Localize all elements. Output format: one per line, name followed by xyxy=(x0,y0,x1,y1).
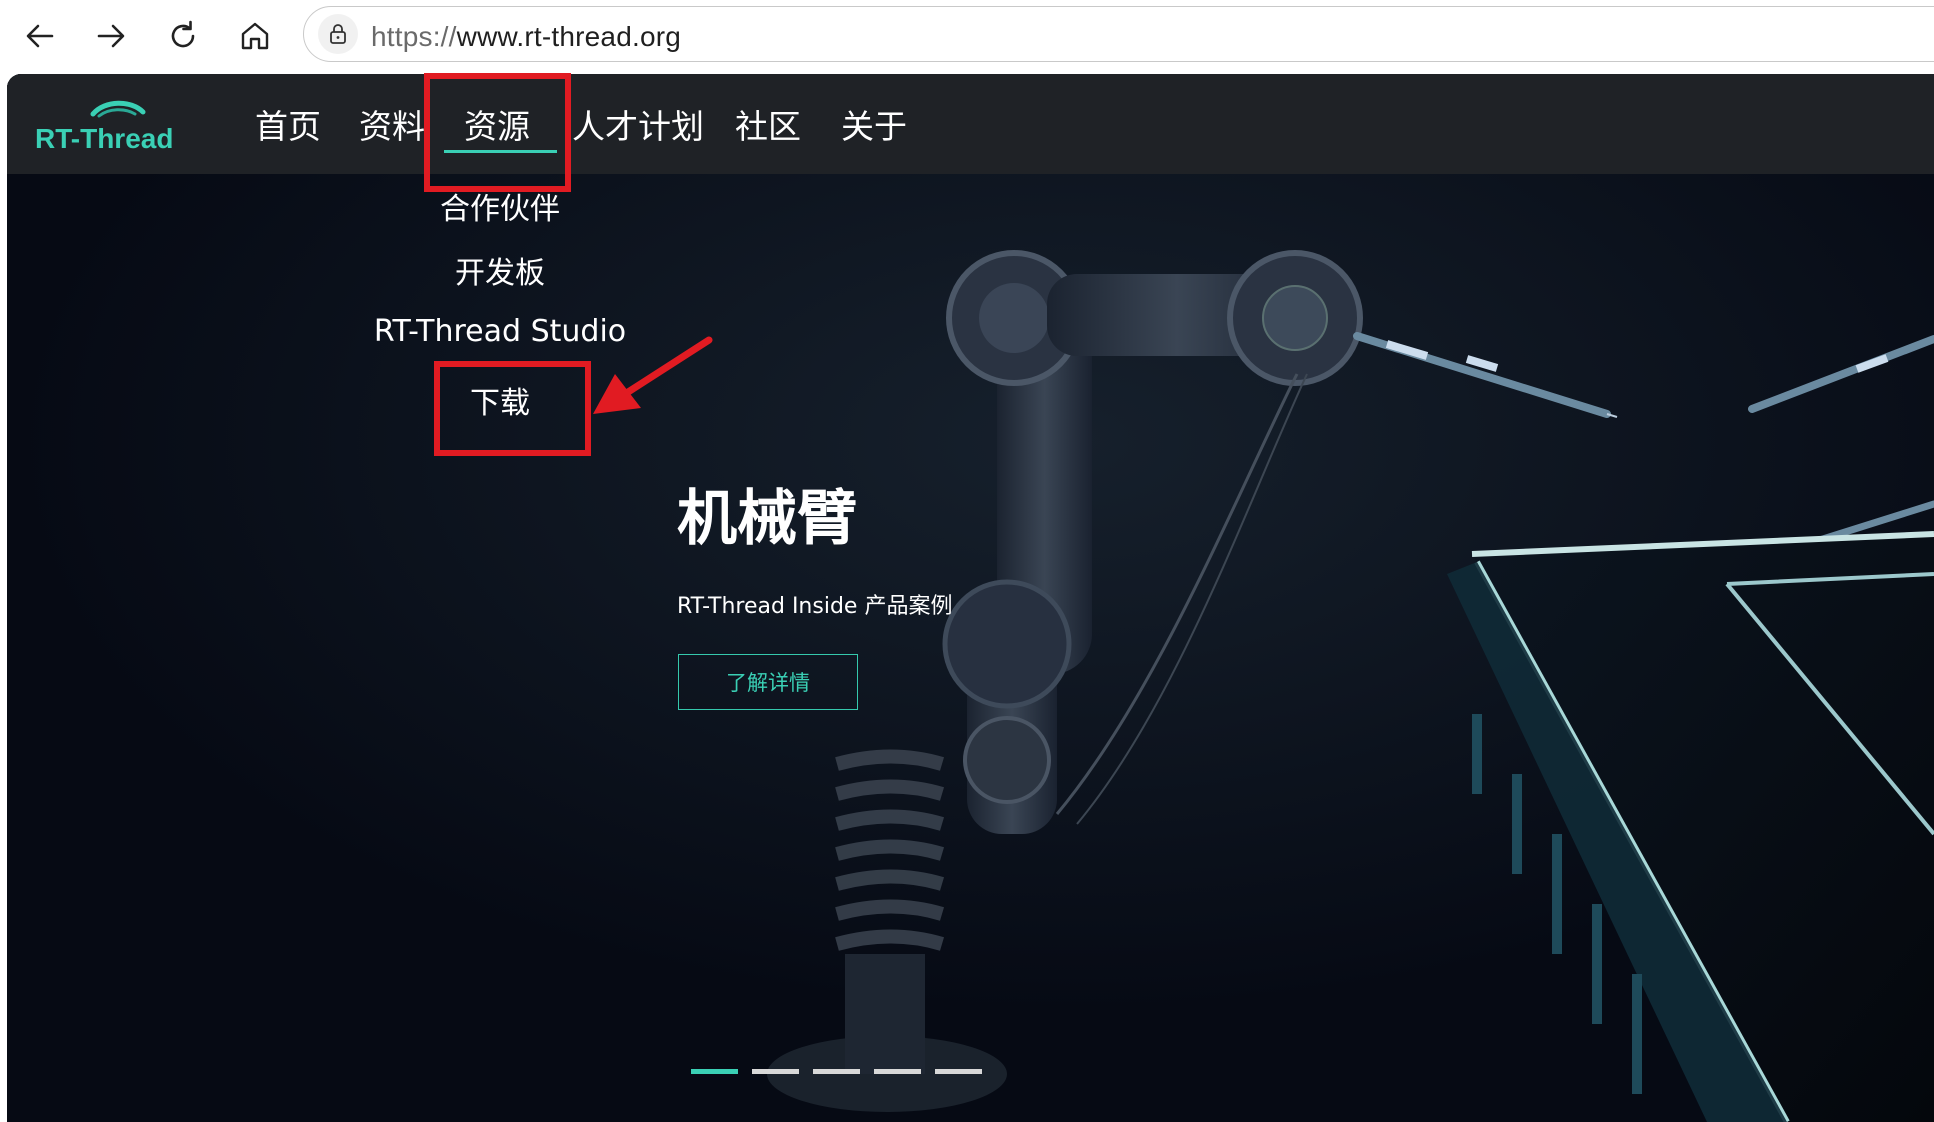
hero-subtitle: RT-Thread Inside 产品案例 xyxy=(677,594,953,619)
nav-home[interactable]: 首页 xyxy=(255,100,321,148)
home-button[interactable] xyxy=(233,14,277,58)
address-bar[interactable]: https://www.rt-thread.org xyxy=(303,6,1934,62)
dropdown-item-partners[interactable]: 合作伙伴 xyxy=(440,184,560,228)
nav-docs[interactable]: 资料 xyxy=(359,100,425,148)
reload-icon xyxy=(171,20,195,48)
back-button[interactable] xyxy=(18,14,62,58)
nav-resources[interactable]: 资源 xyxy=(464,100,530,148)
nav-community[interactable]: 社区 xyxy=(735,100,801,148)
carousel-dot-3[interactable] xyxy=(813,1069,860,1074)
hero-title: 机械臂 xyxy=(677,484,857,554)
nav-active-indicator xyxy=(444,150,557,153)
arrow-left-icon xyxy=(26,24,54,48)
nav-about[interactable]: 关于 xyxy=(841,100,907,148)
lock-icon xyxy=(330,24,346,44)
rt-thread-logo[interactable]: RT-Thread xyxy=(35,98,211,154)
red-arrow-annotation xyxy=(593,336,713,414)
dropdown-item-dev-boards[interactable]: 开发板 xyxy=(455,248,545,292)
carousel-dot-4[interactable] xyxy=(874,1069,921,1074)
nav-talent-program[interactable]: 人才计划 xyxy=(572,100,704,148)
carousel-dot-2[interactable] xyxy=(752,1069,799,1074)
carousel-dot-5[interactable] xyxy=(935,1069,982,1074)
reload-button[interactable] xyxy=(161,14,205,58)
carousel-dot-1[interactable] xyxy=(691,1069,738,1074)
svg-text:RT-Thread: RT-Thread xyxy=(35,123,173,154)
browser-toolbar: https://www.rt-thread.org xyxy=(0,0,1934,74)
learn-more-button[interactable]: 了解详情 xyxy=(678,654,858,710)
url-text[interactable]: https://www.rt-thread.org xyxy=(371,21,681,53)
robot-arm-hero-image xyxy=(7,74,1934,1122)
site-info-button[interactable] xyxy=(318,14,358,54)
dropdown-item-download[interactable]: 下载 xyxy=(470,378,530,422)
site-header: RT-Thread 首页 资料 资源 人才计划 社区 关于 xyxy=(7,74,1934,174)
arrow-right-icon xyxy=(97,24,125,48)
page-viewport: RT-Thread 首页 资料 资源 人才计划 社区 关于 合作伙伴 开发板 R… xyxy=(7,74,1934,1122)
forward-button[interactable] xyxy=(89,14,133,58)
home-icon xyxy=(241,22,269,50)
